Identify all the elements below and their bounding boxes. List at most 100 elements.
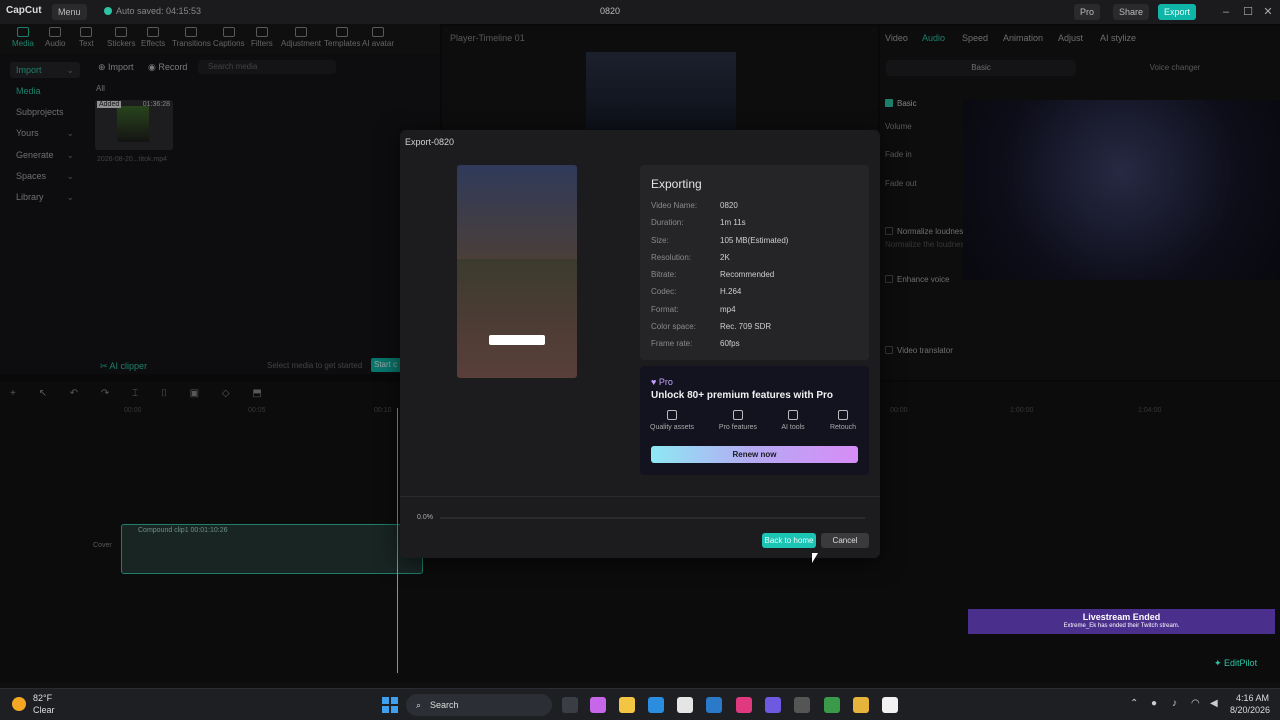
feature-ai-tools: AI tools xyxy=(778,410,808,431)
project-title: 0820 xyxy=(600,6,621,16)
info-row: Size: 105 MB(Estimated) xyxy=(651,236,788,245)
divider xyxy=(400,496,880,497)
preview-dialog-bubble xyxy=(489,335,545,345)
feature-pro-features: Pro features xyxy=(716,410,760,431)
export-button[interactable]: Export xyxy=(1158,4,1197,20)
retouch-icon xyxy=(838,410,848,420)
info-row: Resolution: 2K xyxy=(651,253,730,262)
autosave-status: Auto saved: 04:15:53 xyxy=(104,6,201,16)
outlook-icon[interactable] xyxy=(706,697,722,713)
image-icon xyxy=(667,410,677,420)
info-value: 2K xyxy=(720,253,730,262)
copilot-icon[interactable] xyxy=(590,697,606,713)
exporting-heading: Exporting xyxy=(651,177,702,191)
edge-icon[interactable] xyxy=(648,697,664,713)
info-value: H.264 xyxy=(720,287,742,296)
info-value: Rec. 709 SDR xyxy=(720,322,772,331)
menu-button[interactable]: Menu xyxy=(52,4,87,20)
export-dialog: Export-0820 Exporting Video Name: 0820 Du… xyxy=(400,130,880,558)
info-key: Duration: xyxy=(651,218,684,227)
minimize-icon[interactable]: – xyxy=(1218,4,1234,20)
search-icon: ⌕ xyxy=(416,700,422,710)
app-icon[interactable] xyxy=(765,697,781,713)
windows-taskbar: 82°F Clear ⌕ Search ⌃ ● ♪ ◠ ◀ 4:16 AM 8/2… xyxy=(0,688,1280,720)
progress-bar xyxy=(440,517,865,519)
app-icon[interactable] xyxy=(794,697,810,713)
toast-title: Livestream Ended xyxy=(1082,612,1161,622)
progress-percent: 0.0% xyxy=(417,514,433,521)
chevron-up-icon[interactable]: ⌃ xyxy=(1130,698,1138,709)
volume-icon[interactable]: ◀ xyxy=(1210,698,1218,709)
wand-icon xyxy=(788,410,798,420)
cancel-button[interactable]: Cancel xyxy=(821,533,869,548)
pro-badge: ♥ Pro xyxy=(651,377,673,387)
pro-label: Pro xyxy=(658,377,673,387)
wifi-icon[interactable]: ◠ xyxy=(1191,698,1200,709)
dialog-title: Export-0820 xyxy=(405,137,455,147)
info-row: Codec: H.264 xyxy=(651,287,741,296)
info-row: Format: mp4 xyxy=(651,305,736,314)
autosave-icon xyxy=(104,7,112,15)
info-key: Codec: xyxy=(651,287,677,296)
info-value: 1m 11s xyxy=(720,218,746,227)
toast-subtitle: Extreme_Ek has ended their Twitch stream… xyxy=(1063,623,1180,629)
info-row: Color space: Rec. 709 SDR xyxy=(651,322,771,331)
info-key: Frame rate: xyxy=(651,339,693,348)
feature-label: Pro features xyxy=(718,424,758,431)
chrome-icon[interactable] xyxy=(853,697,869,713)
info-row: Bitrate: Recommended xyxy=(651,270,774,279)
mouse-cursor xyxy=(812,553,818,563)
info-key: Color space: xyxy=(651,322,696,331)
preview-webcam-frame xyxy=(457,165,577,259)
clock-date[interactable]: 8/20/2026 xyxy=(1230,705,1270,715)
preview-game-frame xyxy=(457,259,577,378)
close-icon[interactable]: ✕ xyxy=(1260,4,1276,20)
taskbar-search[interactable]: ⌕ Search xyxy=(406,694,552,716)
feature-label: Quality assets xyxy=(650,424,694,431)
pro-headline: Unlock 80+ premium features with Pro xyxy=(651,390,833,401)
info-key: Format: xyxy=(651,305,679,314)
feature-quality-assets: Quality assets xyxy=(650,410,694,431)
store-icon[interactable] xyxy=(677,697,693,713)
pro-upsell-card: ♥ Pro Unlock 80+ premium features with P… xyxy=(640,366,869,475)
feature-retouch: Retouch xyxy=(828,410,858,431)
editpilot-label: EditPilot xyxy=(1224,658,1258,668)
info-row: Video Name: 0820 xyxy=(651,201,738,210)
back-to-home-button[interactable]: Back to home xyxy=(762,533,816,548)
info-value: 105 MB(Estimated) xyxy=(720,236,789,245)
file-explorer-icon[interactable] xyxy=(619,697,635,713)
share-button[interactable]: Share xyxy=(1113,4,1150,20)
task-view-icon[interactable] xyxy=(562,697,578,713)
app-icon[interactable] xyxy=(824,697,840,713)
microphone-icon[interactable]: ♪ xyxy=(1172,698,1177,709)
info-row: Duration: 1m 11s xyxy=(651,218,746,227)
capcut-icon[interactable] xyxy=(882,697,898,713)
app-logo: CapCut xyxy=(6,5,42,16)
clock-time[interactable]: 4:16 AM xyxy=(1236,693,1269,703)
info-value: Recommended xyxy=(720,270,775,279)
feature-label: Retouch xyxy=(829,424,857,431)
info-key: Video Name: xyxy=(651,201,698,210)
tray-app-icon[interactable]: ● xyxy=(1151,698,1157,709)
export-preview xyxy=(457,165,577,378)
maximize-icon[interactable]: ☐ xyxy=(1240,4,1256,20)
feature-label: AI tools xyxy=(781,424,805,431)
renew-now-button[interactable]: Renew now xyxy=(651,446,858,463)
title-bar: CapCut Menu Auto saved: 04:15:53 0820 Pr… xyxy=(0,0,1280,24)
info-key: Bitrate: xyxy=(651,270,677,279)
autosave-text: Auto saved: 04:15:53 xyxy=(116,6,202,16)
windows-start-icon[interactable] xyxy=(382,697,398,713)
editpilot-button[interactable]: ✦ EditPilot xyxy=(1214,658,1257,669)
info-value: 0820 xyxy=(720,201,738,210)
grid-icon xyxy=(733,410,743,420)
info-key: Resolution: xyxy=(651,253,692,262)
livestream-ended-toast: Livestream Ended Extreme_Ek has ended th… xyxy=(968,609,1275,634)
info-key: Size: xyxy=(651,236,669,245)
app-icon[interactable] xyxy=(736,697,752,713)
weather-desc: Clear xyxy=(33,705,55,715)
search-label: Search xyxy=(430,700,459,710)
export-info-card: Exporting Video Name: 0820 Duration: 1m 11… xyxy=(640,165,869,360)
pro-button[interactable]: Pro xyxy=(1074,4,1101,20)
weather-icon[interactable] xyxy=(12,697,26,711)
info-value: 60fps xyxy=(720,339,740,348)
